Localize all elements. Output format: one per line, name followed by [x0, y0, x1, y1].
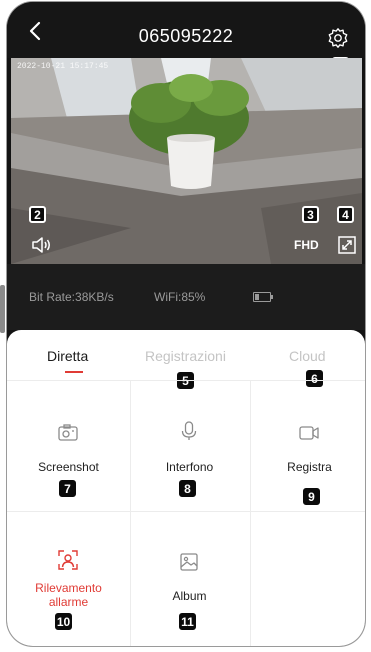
alarm-detection-label-line1: Rilevamento	[35, 581, 102, 595]
tab-registrazioni[interactable]: Registrazioni	[145, 348, 226, 364]
image-icon	[180, 553, 198, 571]
callout-10: 10	[55, 613, 72, 630]
camera-scene	[11, 58, 362, 264]
callout-11: 11	[179, 613, 196, 630]
wifi-strength-text: WiFi:85%	[154, 290, 206, 304]
intercom-label: Interfono	[165, 460, 214, 474]
fullscreen-icon[interactable]	[337, 235, 357, 255]
stream-stats-bar: Bit Rate:38KB/s WiFi:85%	[7, 264, 365, 330]
microphone-icon	[181, 421, 197, 440]
app-header: 065095222 1	[7, 2, 365, 74]
bitrate-text: Bit Rate:38KB/s	[29, 290, 114, 304]
callout-8: 8	[179, 480, 196, 497]
battery-icon	[253, 292, 273, 302]
record-label: Registra	[287, 460, 332, 474]
camera-icon	[58, 424, 78, 441]
tab-diretta[interactable]: Diretta	[47, 348, 88, 364]
video-quality-button[interactable]: FHD	[294, 238, 319, 252]
alarm-detection-label: Rilevamento allarme	[9, 581, 128, 609]
phone-frame: 065095222 1 2022-10-21 15:17:45 2	[7, 2, 365, 646]
video-timestamp: 2022-10-21 15:17:45	[17, 62, 109, 71]
gear-icon[interactable]	[327, 27, 349, 49]
camera-live-feed[interactable]: 2022-10-21 15:17:45	[11, 58, 362, 264]
video-record-icon	[299, 426, 319, 440]
callout-2: 2	[29, 206, 46, 223]
callout-7: 7	[59, 480, 76, 497]
album-label: Album	[172, 589, 207, 603]
function-panel: Diretta Registrazioni Cloud 5 6 Screensh…	[7, 330, 365, 646]
screenshot-label: Screenshot	[38, 460, 99, 474]
alarm-detection-icon	[58, 550, 78, 570]
callout-3: 3	[302, 206, 319, 223]
device-id-title: 065095222	[138, 26, 234, 46]
phone-side-button	[0, 285, 5, 333]
active-tab-indicator	[65, 371, 83, 373]
callout-4: 4	[337, 206, 354, 223]
speaker-icon[interactable]	[31, 236, 53, 254]
tab-cloud[interactable]: Cloud	[289, 348, 326, 364]
alarm-detection-label-line2: allarme	[48, 595, 89, 609]
callout-9: 9	[303, 488, 320, 505]
